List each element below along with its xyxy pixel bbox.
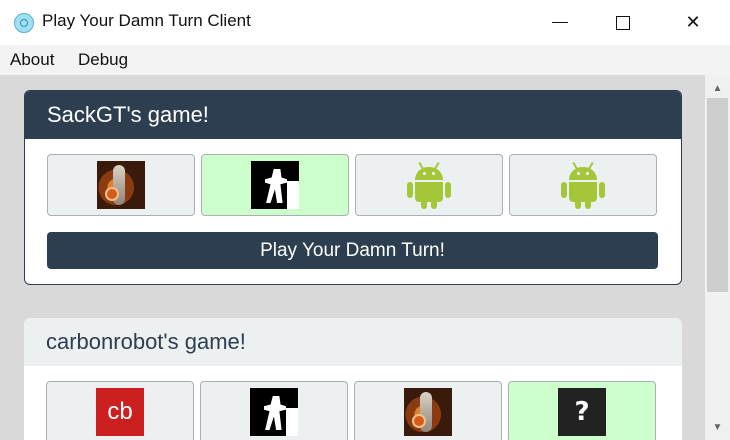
- maximize-icon: [616, 15, 630, 30]
- app-icon: [14, 13, 34, 33]
- soldier-silhouette-avatar-icon: [250, 388, 298, 436]
- player-slot-active: [201, 154, 349, 216]
- menu-bar: About Debug: [0, 45, 730, 75]
- android-avatar-icon: [407, 161, 451, 209]
- minimize-icon: [552, 21, 568, 24]
- player-slot: [200, 381, 348, 440]
- minimize-button[interactable]: [537, 0, 583, 45]
- unknown-avatar-icon: ?: [558, 388, 606, 436]
- portal-avatar-icon: [404, 388, 452, 436]
- close-button[interactable]: ✕: [670, 0, 716, 45]
- scroll-down-arrow-icon[interactable]: ▼: [705, 418, 730, 436]
- player-slot: [509, 154, 657, 216]
- title-bar: Play Your Damn Turn Client ✕: [0, 0, 730, 45]
- games-list: SackGT's game! Play Your Damn Turn! carb…: [0, 75, 705, 440]
- player-list: cb ?: [46, 381, 660, 440]
- game-title: SackGT's game!: [25, 91, 681, 139]
- android-avatar-icon: [561, 161, 605, 209]
- portal-avatar-icon: [97, 161, 145, 209]
- game-card: SackGT's game! Play Your Damn Turn!: [24, 90, 682, 285]
- game-card: carbonrobot's game! cb ?: [24, 318, 682, 440]
- vertical-scrollbar[interactable]: ▲ ▼: [705, 75, 730, 440]
- game-title: carbonrobot's game!: [24, 318, 682, 366]
- cb-avatar-icon: cb: [96, 388, 144, 436]
- menu-debug[interactable]: Debug: [78, 50, 128, 70]
- player-slot: [354, 381, 502, 440]
- player-slot: [355, 154, 503, 216]
- player-slot-active: ?: [508, 381, 656, 440]
- window-title: Play Your Damn Turn Client: [42, 11, 251, 30]
- scroll-up-arrow-icon[interactable]: ▲: [705, 79, 730, 97]
- play-turn-button[interactable]: Play Your Damn Turn!: [47, 232, 658, 269]
- maximize-button[interactable]: [600, 0, 646, 45]
- player-slot: cb: [46, 381, 194, 440]
- player-slot: [47, 154, 195, 216]
- player-list: [47, 154, 659, 216]
- soldier-silhouette-avatar-icon: [251, 161, 299, 209]
- close-icon: ✕: [685, 12, 701, 33]
- scroll-thumb[interactable]: [707, 98, 728, 292]
- menu-about[interactable]: About: [10, 50, 54, 70]
